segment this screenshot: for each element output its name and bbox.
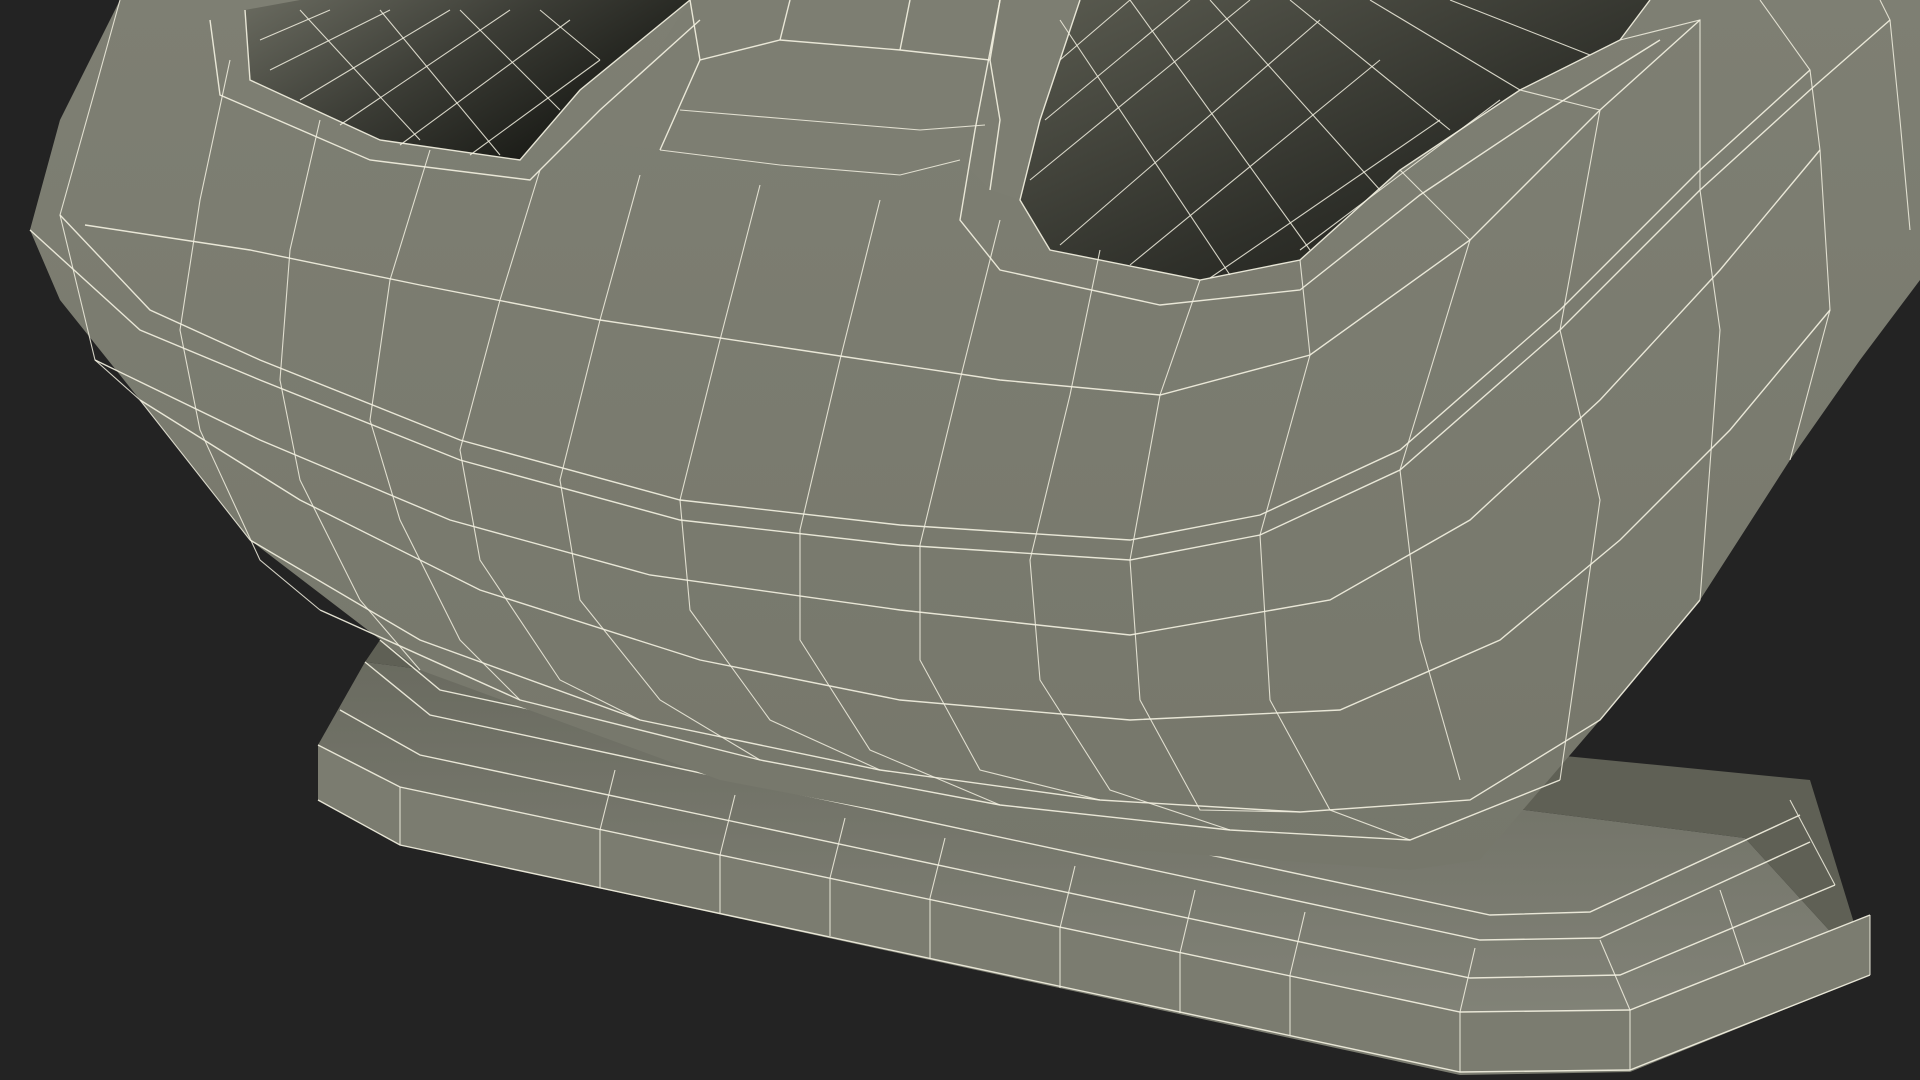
bowl-body [29,0,1920,870]
render-viewport [0,0,1920,1080]
wireframe-model [29,0,1920,1075]
